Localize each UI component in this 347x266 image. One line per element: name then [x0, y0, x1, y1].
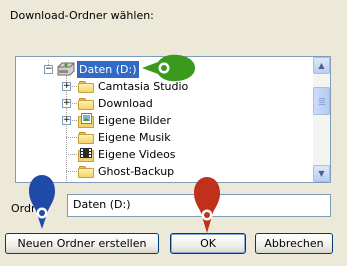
green-pointer-pin-icon: [142, 54, 195, 82]
scroll-thumb[interactable]: [313, 87, 330, 115]
cancel-button[interactable]: Abbrechen: [255, 233, 333, 254]
tree-node-eigene-videos[interactable]: Eigene Videos: [16, 146, 313, 163]
dialog-header-label: Download-Ordner wählen:: [10, 9, 154, 22]
scroll-down-button[interactable]: ▼: [313, 165, 330, 182]
tree-node-eigene-musik[interactable]: Eigene Musik: [16, 129, 313, 146]
pictures-folder-icon: [78, 113, 94, 128]
collapse-toggle[interactable]: −: [44, 65, 53, 74]
video-folder-icon: [78, 148, 94, 162]
expand-toggle[interactable]: +: [62, 82, 71, 91]
tree-node-download[interactable]: + Download: [16, 95, 313, 112]
tree-node-ghost-backup[interactable]: Ghost-Backup: [16, 163, 313, 180]
ok-button[interactable]: OK: [170, 233, 246, 254]
tree-node-label: Ghost-Backup: [98, 165, 175, 178]
scroll-up-button[interactable]: ▲: [313, 57, 330, 74]
expand-toggle[interactable]: +: [62, 99, 71, 108]
blue-pointer-pin-icon: [29, 175, 55, 229]
folder-picker-dialog: Download-Ordner wählen: − Daten (D:) + C…: [0, 0, 347, 266]
drive-icon: [57, 62, 75, 76]
folder-icon: [78, 98, 94, 110]
tree-node-eigene-bilder[interactable]: + Eigene Bilder: [16, 112, 313, 129]
expand-toggle[interactable]: +: [62, 116, 71, 125]
tree-node-label: Download: [98, 97, 153, 110]
tree-node-label: Eigene Videos: [98, 148, 176, 161]
tree-node-label: Eigene Musik: [98, 131, 171, 144]
red-pointer-pin-icon: [194, 177, 220, 233]
folder-icon: [78, 81, 94, 93]
folder-icon: [78, 132, 94, 144]
new-folder-button[interactable]: Neuen Ordner erstellen: [5, 233, 159, 254]
folder-icon: [78, 166, 94, 178]
tree-scrollbar[interactable]: ▲ ▼: [313, 57, 330, 182]
tree-node-label: Daten (D:): [77, 61, 139, 78]
tree-node-label: Eigene Bilder: [98, 114, 171, 127]
